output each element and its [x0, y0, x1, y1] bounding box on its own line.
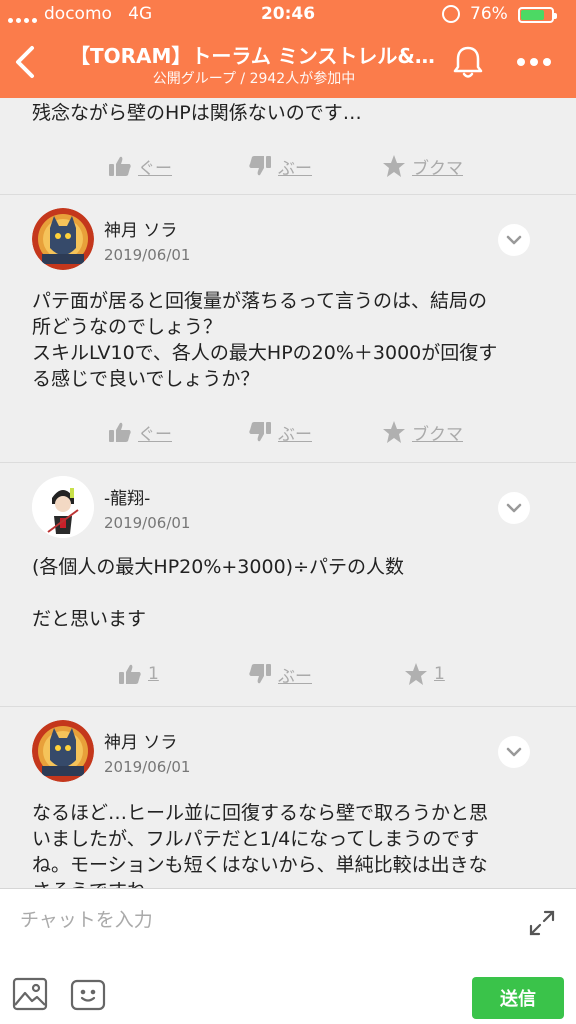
group-header: 【TORAM】トーラム ミンストレル&… 公開グループ / 2942人が参加中 — [0, 30, 576, 98]
chevron-down-icon — [506, 503, 522, 513]
dislike-button[interactable]: ぶー — [248, 146, 312, 186]
rotation-lock-icon — [442, 5, 460, 23]
more-dots-icon — [517, 58, 525, 66]
notification-button[interactable] — [450, 42, 486, 82]
thumbs-down-icon — [249, 156, 271, 176]
image-icon — [12, 977, 48, 1011]
post-date: 2019/06/01 — [104, 758, 191, 776]
battery-icon — [518, 7, 557, 23]
avatar[interactable] — [32, 476, 94, 538]
more-options-button[interactable] — [510, 44, 558, 80]
bell-icon — [453, 46, 483, 78]
avatar[interactable] — [32, 208, 94, 270]
image-button[interactable] — [12, 977, 48, 1011]
thumbs-down-icon — [249, 664, 271, 684]
like-button[interactable]: ぐー — [108, 412, 172, 452]
post-actions: ぐー ぶー ブクマ — [0, 412, 576, 452]
post-body: なるほど…ヒール並に回復するなら壁で取ろうかと思 いましたが、フルパテだと1/4… — [32, 802, 489, 888]
status-bar: docomo 4G 20:46 76% — [0, 0, 576, 30]
author-name[interactable]: 神月 ソラ — [104, 728, 177, 753]
divider — [0, 706, 576, 707]
star-icon — [383, 421, 405, 443]
avatar[interactable] — [32, 720, 94, 782]
star-icon — [405, 663, 427, 685]
chevron-down-icon — [506, 235, 522, 245]
chat-input[interactable]: チャットを入力 — [20, 905, 153, 932]
chat-composer: チャットを入力 送信 — [0, 888, 576, 1024]
smiley-icon — [70, 979, 106, 1011]
post-menu-button[interactable] — [498, 224, 530, 256]
bookmark-button[interactable]: 1 — [404, 654, 445, 694]
post-menu-button[interactable] — [498, 736, 530, 768]
post-actions: ぐー ぶー ブクマ — [0, 146, 576, 186]
author-name[interactable]: -龍翔- — [104, 484, 150, 509]
divider — [0, 462, 576, 463]
post-menu-button[interactable] — [498, 492, 530, 524]
thumbs-up-icon — [109, 156, 131, 176]
post-body: 残念ながら壁のHPは関係ないのです… — [32, 102, 362, 124]
author-name[interactable]: 神月 ソラ — [104, 216, 177, 241]
post-actions: 1 ぶー 1 — [0, 654, 576, 694]
group-subtitle: 公開グループ / 2942人が参加中 — [152, 71, 356, 87]
dislike-button[interactable]: ぶー — [248, 654, 312, 694]
expand-icon — [529, 910, 555, 936]
post-date: 2019/06/01 — [104, 246, 191, 264]
divider — [0, 194, 576, 195]
message-feed[interactable]: 残念ながら壁のHPは関係ないのです… ぐー ぶー ブクマ 神月 ソラ 2019/… — [0, 98, 576, 888]
post-body: パテ面が居ると回復量が落ちるって言うのは、結局の 所どうなのでしょう？ スキルL… — [32, 290, 498, 390]
dislike-button[interactable]: ぶー — [248, 412, 312, 452]
bookmark-button[interactable]: ブクマ — [382, 146, 463, 186]
battery-percent: 76% — [470, 4, 508, 24]
thumbs-down-icon — [249, 422, 271, 442]
group-title[interactable]: 【TORAM】トーラム ミンストレル&… — [70, 40, 438, 69]
stamp-button[interactable] — [70, 979, 106, 1011]
star-icon — [383, 155, 405, 177]
like-button[interactable]: 1 — [118, 654, 159, 694]
chevron-left-icon — [16, 46, 34, 78]
send-button[interactable]: 送信 — [472, 977, 564, 1019]
chevron-down-icon — [506, 747, 522, 757]
bookmark-button[interactable]: ブクマ — [382, 412, 463, 452]
thumbs-up-icon — [119, 664, 141, 684]
post-body: (各個人の最大HP20%+3000)÷パテの人数 だと思います — [32, 556, 404, 630]
post-date: 2019/06/01 — [104, 514, 191, 532]
back-button[interactable] — [8, 42, 44, 82]
like-button[interactable]: ぐー — [108, 146, 172, 186]
expand-input-button[interactable] — [526, 907, 558, 939]
thumbs-up-icon — [109, 422, 131, 442]
